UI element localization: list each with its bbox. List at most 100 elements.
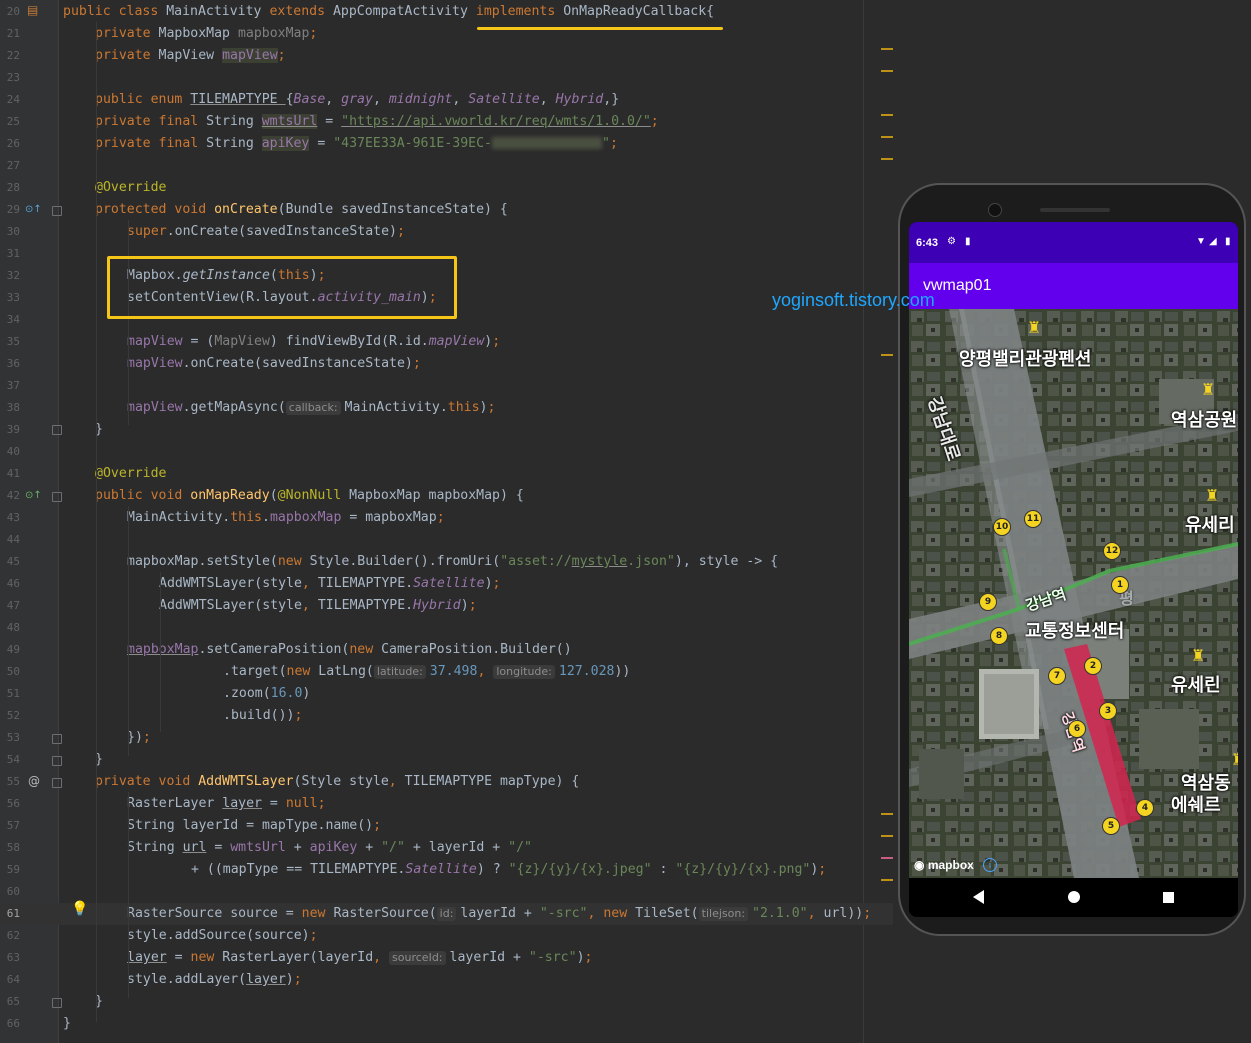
line-number[interactable]: 38 [4,397,20,419]
code-text[interactable]: mapView = (MapView) findViewById(R.id.ma… [127,331,500,353]
recents-icon[interactable] [1163,892,1174,903]
line-number[interactable]: 65 [4,991,20,1013]
code-line[interactable]: 46 AddWMTSLayer(style, TILEMAPTYPE.Satell… [0,573,893,595]
code-editor[interactable]: 20 public class MainActivity extends AppC… [0,0,893,1043]
code-text[interactable]: .build()); [223,705,302,727]
code-text[interactable]: protected void onCreate(Bundle savedInst… [95,199,508,221]
code-text[interactable]: }); [127,727,151,749]
warning-marker[interactable] [881,158,893,160]
back-icon[interactable] [973,890,984,904]
line-number[interactable]: 28 [4,177,20,199]
code-line[interactable]: 66} [0,1013,893,1035]
line-number[interactable]: 62 [4,925,20,947]
code-line[interactable]: 21 private MapboxMap mapboxMap; [0,23,893,45]
line-number[interactable]: 20 [4,1,20,23]
code-text[interactable]: MainActivity.this.mapboxMap = mapboxMap; [127,507,445,529]
code-text[interactable]: super.onCreate(savedInstanceState); [127,221,405,243]
lightbulb-icon[interactable]: 💡 [71,902,88,916]
code-text[interactable]: RasterSource source = new RasterSource(i… [127,903,871,925]
implement-method-icon[interactable]: ⊙↑ [25,491,42,501]
line-number[interactable]: 59 [4,859,20,881]
code-line[interactable]: 42 public void onMapReady(@NonNull Mapbox… [0,485,893,507]
code-text[interactable]: .target(new LatLng(latitude: 37.498, long… [223,661,630,683]
code-text[interactable]: public enum TILEMAPTYPE {Base, gray, mid… [95,89,619,111]
code-text[interactable]: private MapboxMap mapboxMap; [95,23,317,45]
line-number[interactable]: 49 [4,639,20,661]
fold-toggle-icon[interactable] [52,734,62,744]
code-text[interactable]: style.addLayer(layer); [127,969,302,991]
annotation-icon[interactable]: @ [28,775,40,787]
fold-toggle-icon[interactable] [52,778,62,788]
code-line[interactable]: 37 [0,375,893,397]
code-line[interactable]: 62 style.addSource(source); [0,925,893,947]
code-line[interactable]: 47 AddWMTSLayer(style, TILEMAPTYPE.Hybrid… [0,595,893,617]
code-line[interactable]: 40 [0,441,893,463]
code-line[interactable]: 57 String layerId = mapType.name(); [0,815,893,837]
code-text[interactable]: mapView.getMapAsync(callback: MainActivit… [127,397,495,419]
line-number[interactable]: 27 [4,155,20,177]
line-number[interactable]: 58 [4,837,20,859]
code-line[interactable]: 44 [0,529,893,551]
line-number[interactable]: 54 [4,749,20,771]
line-number[interactable]: 42 [4,485,20,507]
code-line[interactable]: 24 public enum TILEMAPTYPE {Base, gray, m… [0,89,893,111]
code-line[interactable]: 63 layer = new RasterLayer(layerId, sourc… [0,947,893,969]
line-number[interactable]: 33 [4,287,20,309]
code-text[interactable]: private MapView mapView; [95,45,286,67]
line-number[interactable]: 57 [4,815,20,837]
line-number[interactable]: 66 [4,1013,20,1035]
code-text[interactable]: String url = wmtsUrl + apiKey + "/" + la… [127,837,532,859]
line-number[interactable]: 36 [4,353,20,375]
line-number[interactable]: 53 [4,727,20,749]
code-line[interactable]: 52 .build()); [0,705,893,727]
code-text[interactable]: AddWMTSLayer(style, TILEMAPTYPE.Satellit… [159,573,500,595]
line-number[interactable]: 50 [4,661,20,683]
code-line[interactable]: 51 .zoom(16.0) [0,683,893,705]
fold-toggle-icon[interactable] [52,492,62,502]
mapbox-logo[interactable]: ◉ mapbox [914,858,974,872]
code-text[interactable]: private final String apiKey = "437EE33A-… [95,133,618,155]
line-number[interactable]: 24 [4,89,20,111]
code-line[interactable]: 36 mapView.onCreate(savedInstanceState); [0,353,893,375]
line-number[interactable]: 30 [4,221,20,243]
fold-toggle-icon[interactable] [52,206,62,216]
warning-marker[interactable] [881,136,893,138]
map-view[interactable]: 양평밸리관광펜션 강남대로 역삼공원 유세리 강남역 평 교통정보센터 유세린 … [909,309,1238,878]
code-line[interactable]: 65} [0,991,893,1013]
warning-marker[interactable] [881,813,893,815]
code-text[interactable]: RasterLayer layer = null; [127,793,326,815]
code-line[interactable]: 49 mapboxMap.setCameraPosition(new Camera… [0,639,893,661]
line-number[interactable]: 61 [4,903,20,925]
code-text[interactable]: mapboxMap.setCameraPosition(new CameraPo… [127,639,572,661]
line-number[interactable]: 35 [4,331,20,353]
code-line[interactable]: 41 @Override [0,463,893,485]
warning-marker[interactable] [881,354,893,356]
line-number[interactable]: 32 [4,265,20,287]
code-text[interactable]: public void onMapReady(@NonNull MapboxMa… [95,485,524,507]
warning-marker[interactable] [881,114,893,116]
line-number[interactable]: 31 [4,243,20,265]
code-line[interactable]: 55 private void AddWMTSLayer(Style style,… [0,771,893,793]
line-number[interactable]: 47 [4,595,20,617]
code-line[interactable]: 45 mapboxMap.setStyle(new Style.Builder()… [0,551,893,573]
code-text[interactable]: layer = new RasterLayer(layerId, sourceI… [127,947,592,969]
line-number[interactable]: 51 [4,683,20,705]
line-number[interactable]: 21 [4,23,20,45]
code-text[interactable]: @Override [95,463,166,485]
line-number[interactable]: 55 [4,771,20,793]
override-method-icon[interactable]: ⊙↑ [25,205,42,215]
code-text[interactable]: } [63,1013,71,1035]
home-icon[interactable] [1068,891,1080,903]
line-number[interactable]: 34 [4,309,20,331]
html-file-icon[interactable]: ▤ [27,4,38,16]
line-number[interactable]: 63 [4,947,20,969]
line-number[interactable]: 46 [4,573,20,595]
code-text[interactable]: + ((mapType == TILEMAPTYPE.Satellite) ? … [191,859,826,881]
code-line[interactable]: 39} [0,419,893,441]
line-number[interactable]: 22 [4,45,20,67]
line-number[interactable]: 64 [4,969,20,991]
code-line[interactable]: 54} [0,749,893,771]
line-number[interactable]: 37 [4,375,20,397]
code-text[interactable]: private final String wmtsUrl = "https://… [95,111,659,133]
line-number[interactable]: 44 [4,529,20,551]
